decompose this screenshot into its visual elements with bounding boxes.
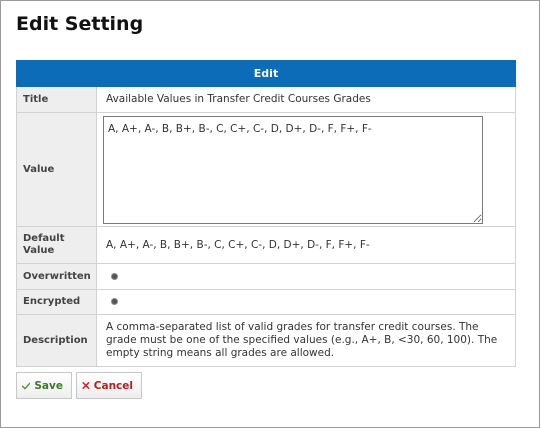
table-row: Default Value A, A+, A-, B, B+, B-, C, C… bbox=[16, 226, 516, 264]
overwritten-label: Overwritten bbox=[16, 263, 97, 290]
table-row: Title Available Values in Transfer Credi… bbox=[16, 86, 516, 113]
description-label: Description bbox=[16, 314, 97, 367]
title-value: Available Values in Transfer Credit Cour… bbox=[96, 86, 516, 113]
table-row: Description A comma-separated list of va… bbox=[16, 314, 516, 367]
default-value-label: Default Value bbox=[16, 226, 97, 264]
table-row: Encrypted bbox=[16, 289, 516, 315]
overwritten-indicator-icon bbox=[111, 272, 118, 280]
save-button[interactable]: Save bbox=[16, 372, 72, 399]
default-value-value: A, A+, A-, B, B+, B-, C, C+, C-, D, D+, … bbox=[96, 226, 516, 264]
table-row: Overwritten bbox=[16, 263, 516, 290]
table-row: Value A, A+, A-, B, B+, B-, C, C+, C-, D… bbox=[16, 112, 516, 227]
encrypted-indicator-icon bbox=[111, 298, 118, 305]
encrypted-label: Encrypted bbox=[16, 289, 97, 315]
x-icon bbox=[82, 382, 90, 389]
dialog-title: Edit Setting bbox=[16, 13, 144, 35]
value-textarea[interactable]: A, A+, A-, B, B+, B-, C, C+, C-, D, D+, … bbox=[103, 115, 483, 224]
value-label: Value bbox=[16, 112, 97, 227]
settings-table: Edit Title Available Values in Transfer … bbox=[16, 60, 516, 367]
cancel-button-label: Cancel bbox=[93, 379, 133, 392]
checkmark-icon bbox=[22, 382, 31, 389]
edit-setting-dialog: Edit Setting Edit Title Available Values… bbox=[0, 0, 540, 428]
table-header: Edit bbox=[16, 60, 516, 87]
cancel-button[interactable]: Cancel bbox=[76, 372, 142, 399]
save-button-label: Save bbox=[34, 379, 63, 392]
title-label: Title bbox=[16, 86, 97, 113]
description-value: A comma-separated list of valid grades f… bbox=[96, 314, 516, 367]
